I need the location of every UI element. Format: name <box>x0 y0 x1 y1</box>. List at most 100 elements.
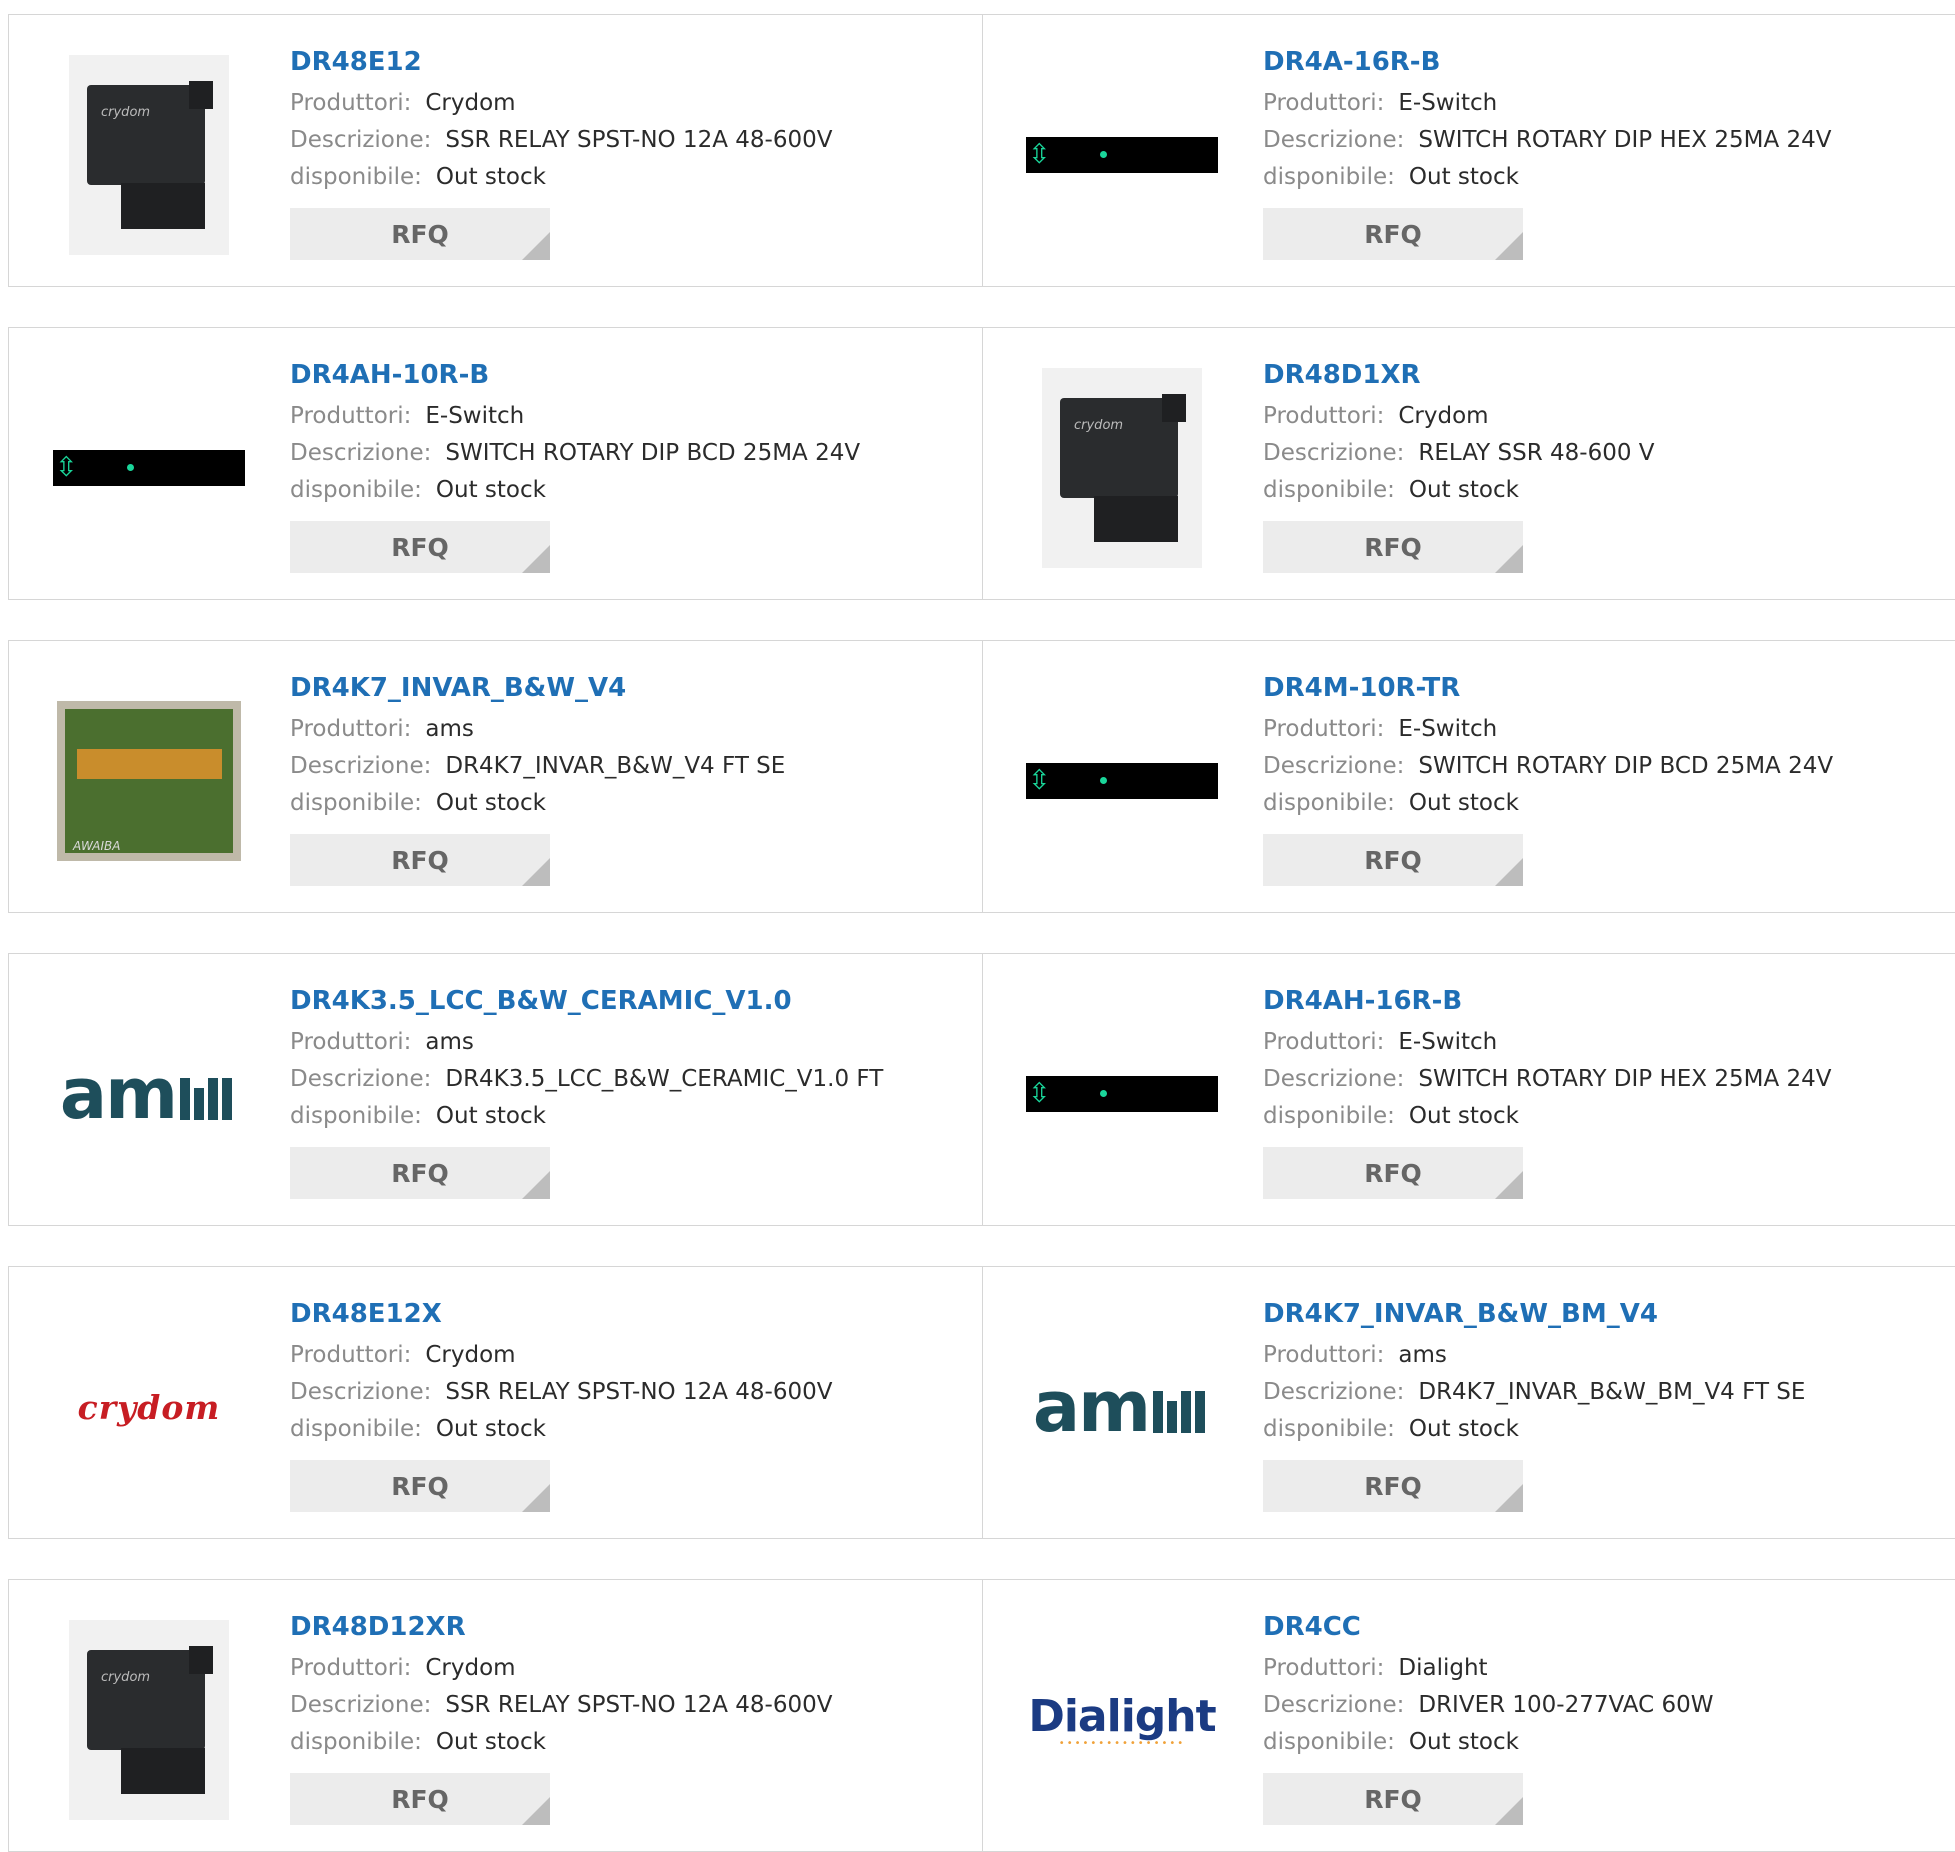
description-value: SSR RELAY SPST-NO 12A 48-600V <box>445 1692 833 1718</box>
availability-line: disponibile: Out stock <box>1263 785 1833 822</box>
product-info: DR4CC Produttori: Dialight Descrizione: DRIV… <box>1263 1610 1713 1825</box>
availability-label: disponibile: <box>290 1103 422 1129</box>
rfq-button[interactable]: RFQ <box>1263 1147 1523 1199</box>
rfq-label: RFQ <box>391 532 449 562</box>
product-card: AWAIBA DR4K7_INVAR_B&W_V4 Produttori: ams De… <box>9 641 982 912</box>
availability-line: disponibile: Out stock <box>1263 1098 1832 1135</box>
description-label: Descrizione: <box>1263 753 1405 779</box>
manufacturer-line: Produttori: Crydom <box>290 1337 832 1374</box>
rfq-button[interactable]: RFQ <box>290 1460 550 1512</box>
crydom-logo: crydom <box>77 1387 221 1427</box>
rfq-button[interactable]: RFQ <box>290 1147 550 1199</box>
product-thumbnail[interactable]: ⇳ <box>1022 994 1222 1194</box>
product-row: crydom DR48E12X Produttori: Crydom Descrizio… <box>8 1266 1955 1539</box>
manufacturer-label: Produttori: <box>290 1342 412 1368</box>
product-thumbnail[interactable]: crydom <box>49 1307 249 1507</box>
product-part-link[interactable]: DR4AH-10R-B <box>290 358 860 392</box>
manufacturer-value: ams <box>1398 1342 1447 1368</box>
corner-triangle-icon <box>522 545 550 573</box>
rfq-button[interactable]: RFQ <box>290 1773 550 1825</box>
corner-triangle-icon <box>522 1484 550 1512</box>
rfq-button[interactable]: RFQ <box>1263 208 1523 260</box>
product-part-link[interactable]: DR4K7_INVAR_B&W_V4 <box>290 671 785 705</box>
corner-triangle-icon <box>522 1797 550 1825</box>
availability-value: Out stock <box>435 477 546 503</box>
product-part-link[interactable]: DR48D1XR <box>1263 358 1655 392</box>
rfq-label: RFQ <box>1364 845 1422 875</box>
ssr-relay-image: crydom <box>1042 368 1202 568</box>
product-info: DR4A-16R-B Produttori: E-Switch Descrizione… <box>1263 45 1832 260</box>
product-part-link[interactable]: DR4A-16R-B <box>1263 45 1832 79</box>
description-line: Descrizione: SSR RELAY SPST-NO 12A 48-600… <box>290 1687 832 1724</box>
rfq-label: RFQ <box>1364 1784 1422 1814</box>
rfq-button[interactable]: RFQ <box>1263 834 1523 886</box>
product-part-link[interactable]: DR48E12X <box>290 1297 832 1331</box>
availability-line: disponibile: Out stock <box>290 1098 883 1135</box>
rfq-button[interactable]: RFQ <box>290 521 550 573</box>
product-part-link[interactable]: DR48E12 <box>290 45 832 79</box>
availability-value: Out stock <box>1408 477 1519 503</box>
manufacturer-line: Produttori: E-Switch <box>1263 85 1832 122</box>
availability-value: Out stock <box>1408 1103 1519 1129</box>
corner-triangle-icon <box>522 1171 550 1199</box>
rfq-button[interactable]: RFQ <box>1263 1460 1523 1512</box>
corner-triangle-icon <box>1495 1484 1523 1512</box>
description-line: Descrizione: SSR RELAY SPST-NO 12A 48-600… <box>290 1374 832 1411</box>
description-line: Descrizione: DRIVER 100-277VAC 60W <box>1263 1687 1713 1724</box>
availability-value: Out stock <box>435 1103 546 1129</box>
product-info: DR48D1XR Produttori: Crydom Descrizione: REL… <box>1263 358 1655 573</box>
description-value: DR4K3.5_LCC_B&W_CERAMIC_V1.0 FT <box>445 1066 884 1092</box>
product-part-link[interactable]: DR4CC <box>1263 1610 1713 1644</box>
dialight-logo: Dialight •••••••••••••••• <box>1028 1691 1216 1749</box>
availability-label: disponibile: <box>1263 790 1395 816</box>
availability-line: disponibile: Out stock <box>290 159 832 196</box>
product-part-link[interactable]: DR4K3.5_LCC_B&W_CERAMIC_V1.0 <box>290 984 883 1018</box>
availability-value: Out stock <box>1408 790 1519 816</box>
product-thumbnail[interactable]: am <box>1022 1307 1222 1507</box>
product-part-link[interactable]: DR4M-10R-TR <box>1263 671 1833 705</box>
product-thumbnail[interactable]: crydom <box>49 55 249 255</box>
product-row: am DR4K3.5_LCC_B&W_CERAMIC_V1.0 Produttori… <box>8 953 1955 1226</box>
manufacturer-value: E-Switch <box>1398 716 1498 742</box>
availability-line: disponibile: Out stock <box>1263 1724 1713 1761</box>
availability-label: disponibile: <box>1263 477 1395 503</box>
rfq-button[interactable]: RFQ <box>290 208 550 260</box>
rfq-button[interactable]: RFQ <box>1263 521 1523 573</box>
product-row: AWAIBA DR4K7_INVAR_B&W_V4 Produttori: ams De… <box>8 640 1955 913</box>
manufacturer-label: Produttori: <box>290 1029 412 1055</box>
product-thumbnail[interactable]: crydom <box>1022 368 1222 568</box>
availability-value: Out stock <box>1408 164 1519 190</box>
description-value: SWITCH ROTARY DIP BCD 25MA 24V <box>445 440 861 466</box>
availability-value: Out stock <box>435 1729 546 1755</box>
product-info: DR4K7_INVAR_B&W_V4 Produttori: ams Descrizi… <box>290 671 785 886</box>
manufacturer-line: Produttori: Crydom <box>290 85 832 122</box>
product-thumbnail[interactable]: ⇳ <box>1022 55 1222 255</box>
product-part-link[interactable]: DR4AH-16R-B <box>1263 984 1832 1018</box>
product-thumbnail[interactable]: ⇳ <box>49 368 249 568</box>
rfq-button[interactable]: RFQ <box>1263 1773 1523 1825</box>
manufacturer-value: ams <box>425 1029 474 1055</box>
product-thumbnail[interactable]: am <box>49 994 249 1194</box>
description-label: Descrizione: <box>290 1379 432 1405</box>
product-card: am DR4K7_INVAR_B&W_BM_V4 Produttori: ams Des… <box>982 1267 1955 1538</box>
rfq-button[interactable]: RFQ <box>290 834 550 886</box>
manufacturer-line: Produttori: ams <box>1263 1337 1805 1374</box>
product-thumbnail[interactable]: crydom <box>49 1620 249 1820</box>
product-thumbnail[interactable]: ⇳ <box>1022 681 1222 881</box>
rfq-label: RFQ <box>391 1158 449 1188</box>
availability-line: disponibile: Out stock <box>1263 1411 1805 1448</box>
dip-switch-image: ⇳ <box>1026 763 1218 799</box>
product-part-link[interactable]: DR4K7_INVAR_B&W_BM_V4 <box>1263 1297 1805 1331</box>
product-info: DR4AH-10R-B Produttori: E-Switch Descrizion… <box>290 358 860 573</box>
product-card: crydom DR48E12X Produttori: Crydom Descrizio… <box>9 1267 982 1538</box>
manufacturer-value: Crydom <box>1398 403 1489 429</box>
rfq-label: RFQ <box>391 219 449 249</box>
product-thumbnail[interactable]: AWAIBA <box>49 681 249 881</box>
corner-triangle-icon <box>522 232 550 260</box>
product-thumbnail[interactable]: Dialight •••••••••••••••• <box>1022 1620 1222 1820</box>
manufacturer-line: Produttori: E-Switch <box>1263 1024 1832 1061</box>
manufacturer-label: Produttori: <box>1263 1029 1385 1055</box>
product-part-link[interactable]: DR48D12XR <box>290 1610 832 1644</box>
description-line: Descrizione: RELAY SSR 48-600 V <box>1263 435 1655 472</box>
corner-triangle-icon <box>1495 1797 1523 1825</box>
